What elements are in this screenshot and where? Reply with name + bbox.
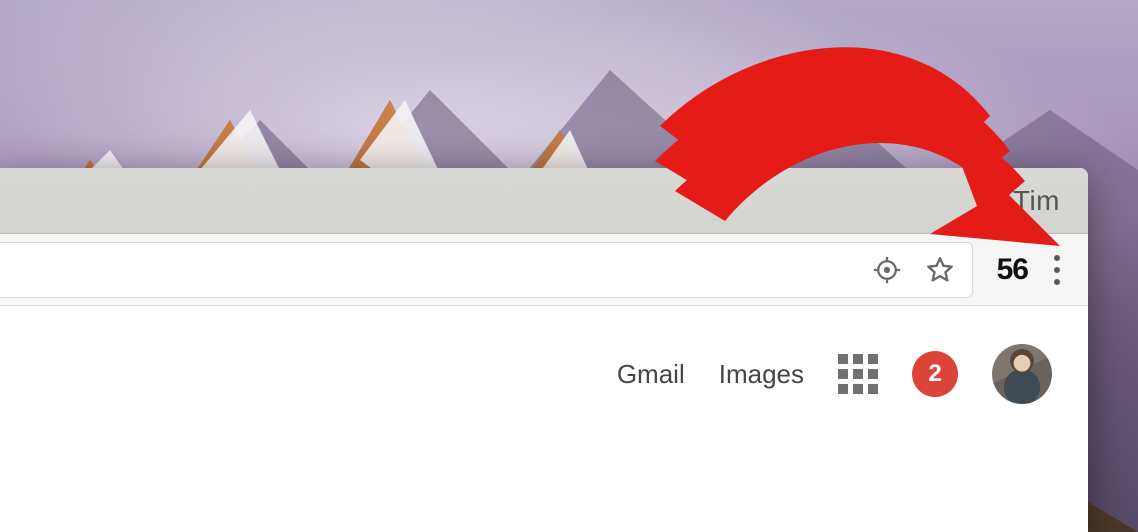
location-target-icon[interactable] (872, 255, 902, 285)
toolbar-actions: 56 (973, 253, 1088, 287)
account-avatar[interactable] (992, 344, 1052, 404)
browser-toolbar: 56 (0, 234, 1088, 306)
browser-window: Tim 56 (0, 168, 1088, 532)
address-bar[interactable] (0, 242, 973, 298)
page-content: Gmail Images 2 (0, 306, 1088, 532)
tab-strip: Tim (0, 168, 1088, 234)
profile-name-label[interactable]: Tim (1013, 185, 1060, 217)
extension-count-badge[interactable]: 56 (991, 253, 1034, 287)
gmail-link[interactable]: Gmail (617, 359, 685, 390)
notifications-badge[interactable]: 2 (912, 351, 958, 397)
google-apps-icon[interactable] (838, 354, 878, 394)
images-link[interactable]: Images (719, 359, 804, 390)
chrome-menu-icon[interactable] (1044, 255, 1070, 285)
bookmark-star-icon[interactable] (924, 254, 956, 286)
google-header-bar: Gmail Images 2 (617, 344, 1052, 404)
